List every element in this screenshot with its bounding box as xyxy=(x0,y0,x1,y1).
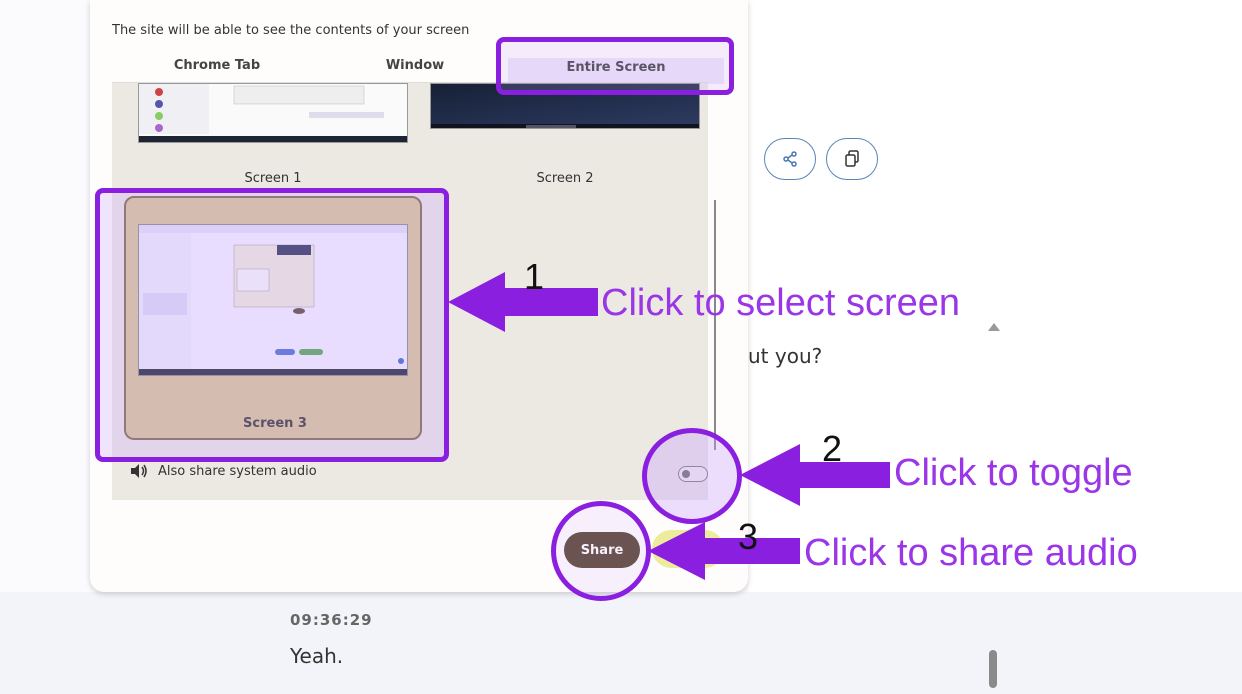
message-text: Yeah. xyxy=(290,644,344,668)
screen-3-thumbnail xyxy=(138,224,408,376)
screen-2-thumbnail[interactable] xyxy=(430,83,700,129)
page-scrollbar-thumb[interactable] xyxy=(989,650,997,688)
share-link-button[interactable] xyxy=(764,138,816,180)
screen-2-preview xyxy=(431,84,699,128)
screen-2-label: Screen 2 xyxy=(536,171,594,186)
screen-3-option[interactable]: Screen 3 xyxy=(124,196,422,440)
screen-1-preview xyxy=(139,84,407,142)
conversation-strip xyxy=(0,592,1242,694)
toggle-knob xyxy=(682,469,690,478)
message-fragment: ut you? xyxy=(748,344,823,368)
copy-button[interactable] xyxy=(826,138,878,180)
share-icon xyxy=(783,151,797,167)
screen-1-label: Screen 1 xyxy=(244,171,302,186)
screen-share-dialog: The site will be able to see the content… xyxy=(90,0,748,592)
system-audio-row: Also share system audio xyxy=(130,463,317,479)
message-timestamp: 09:36:29 xyxy=(290,611,373,629)
system-audio-label: Also share system audio xyxy=(158,463,317,479)
speaker-icon xyxy=(131,464,147,478)
tab-chrome-tab[interactable]: Chrome Tab xyxy=(112,58,322,82)
cancel-button[interactable] xyxy=(652,530,724,568)
screen-3-preview xyxy=(139,225,407,375)
system-audio-toggle[interactable] xyxy=(678,466,708,482)
dialog-subtitle: The site will be able to see the content… xyxy=(112,23,470,38)
screen-3-label: Screen 3 xyxy=(243,416,307,431)
tab-entire-screen[interactable]: Entire Screen xyxy=(508,58,724,84)
tab-window[interactable]: Window xyxy=(322,58,508,82)
dialog-scrollbar[interactable] xyxy=(714,200,716,450)
share-button[interactable]: Share xyxy=(564,532,640,568)
scroll-up-arrow-icon[interactable] xyxy=(988,323,1000,331)
screen-1-thumbnail[interactable] xyxy=(138,83,408,143)
copy-icon xyxy=(845,150,859,167)
